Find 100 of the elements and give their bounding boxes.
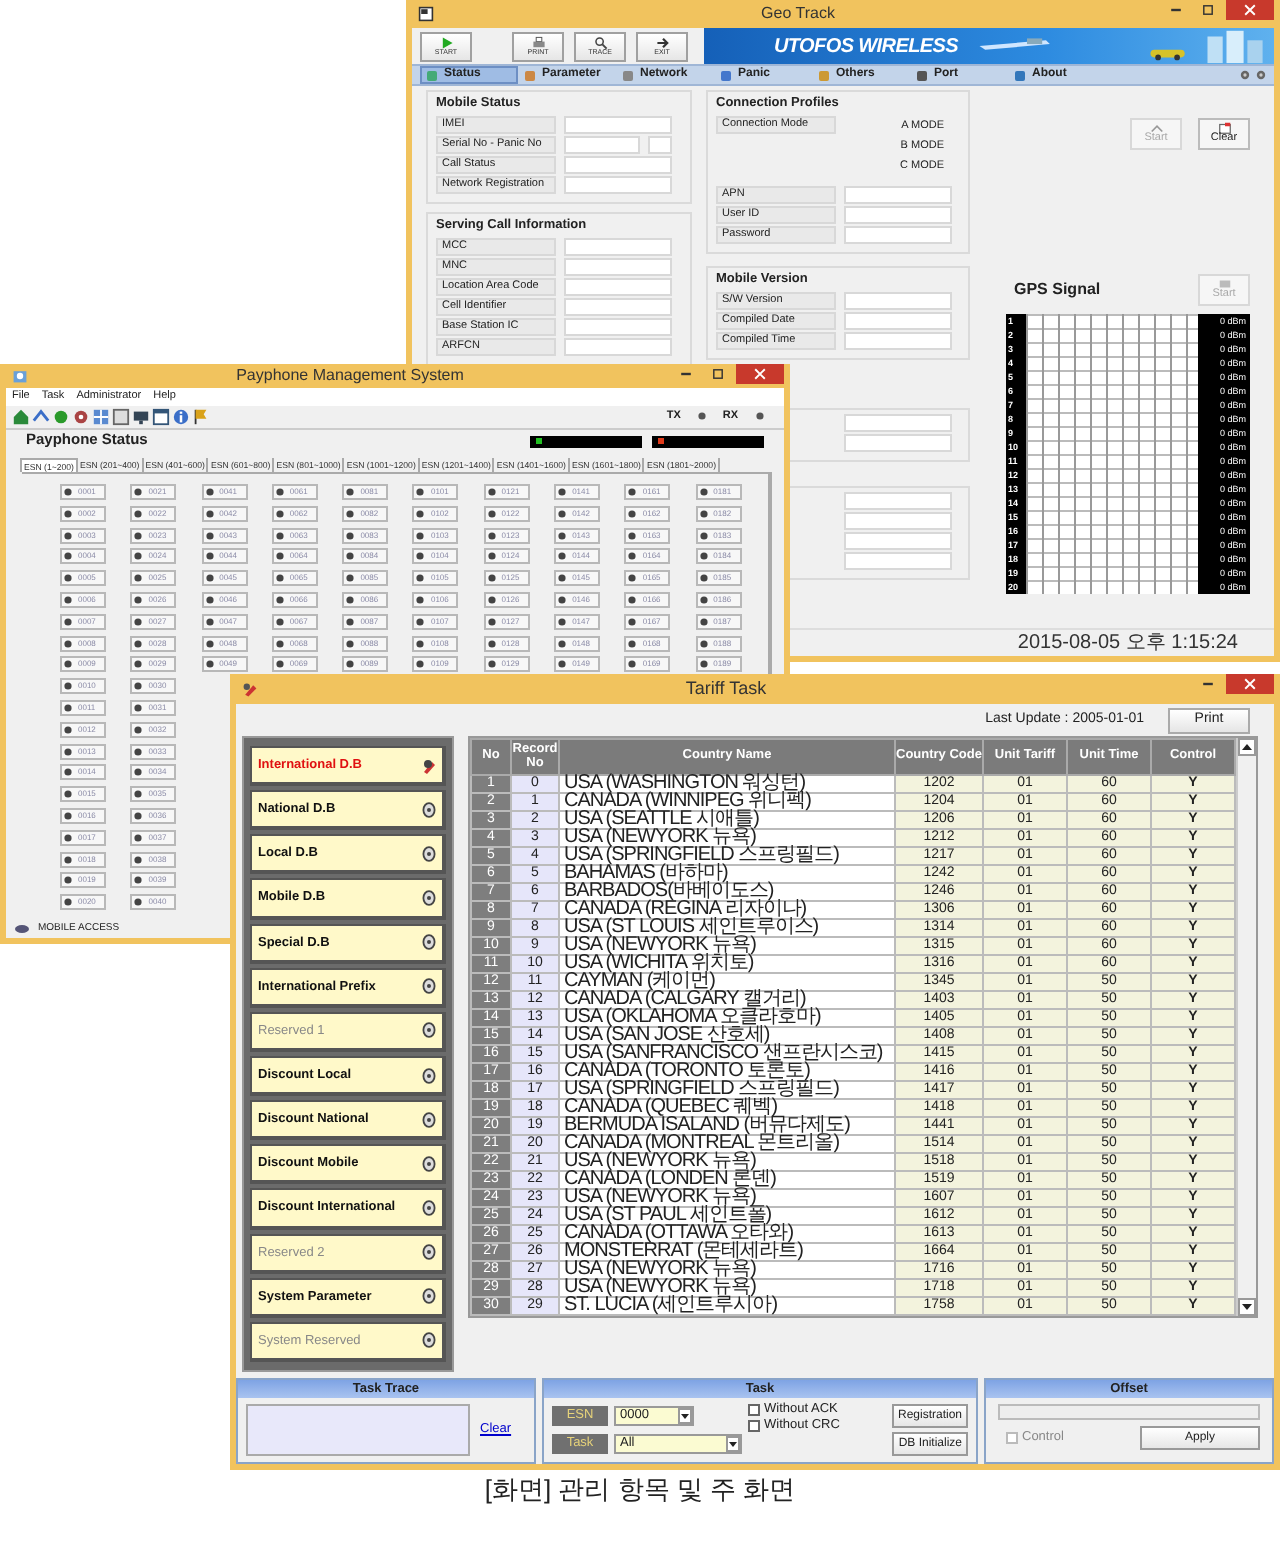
flag-icon[interactable] [192,408,210,426]
dot-icon[interactable] [52,408,70,426]
text-field[interactable] [844,552,952,571]
caret-icon [726,1436,740,1452]
phone-icon [416,552,425,561]
phone-icon [416,660,425,669]
window-title: Payphone Management System [234,367,466,385]
phone-icon [628,639,637,648]
grid-icon[interactable] [92,408,110,426]
document-icon [1217,278,1231,291]
phone-icon [134,768,143,777]
text-field[interactable] [564,338,672,357]
app-icon [12,368,28,384]
knob-icon [422,1288,436,1305]
phone-icon [487,509,496,518]
phone-icon [416,509,425,518]
phone-icon [64,876,72,885]
phone-icon [64,682,72,691]
banner-title: UTOFOS WIRELESS [774,35,958,57]
phone-icon [134,855,143,864]
text-field[interactable] [844,532,952,551]
offset-field[interactable] [998,1404,1260,1420]
text-field[interactable] [564,156,672,175]
table-cell: ST. LUCIA (세인트루시아) [559,1297,895,1315]
phone-icon [628,531,637,540]
phone-icon [416,639,425,648]
text-field[interactable] [564,298,672,317]
phone-icon [416,531,425,540]
table-cell: CANADA (LONDEN 론덴) [559,1171,895,1189]
text-field[interactable] [844,512,952,531]
phone-icon [487,639,496,648]
text-field[interactable] [564,176,672,195]
text-field[interactable] [844,434,952,453]
knob-icon [422,1022,436,1039]
close-button[interactable] [1226,674,1274,694]
phone-icon [487,595,496,604]
table-cell: USA (NEWYORK 뉴욕) [559,1279,895,1297]
knob-icon [422,1111,436,1128]
phone-icon [134,660,143,669]
phone-icon [64,703,72,712]
phone-icon [205,617,214,626]
table-cell: USA (SPRINGFIELD 스프링필드) [559,1081,895,1099]
text-field[interactable] [648,136,672,155]
tab-icon [818,69,830,81]
knob-icon [422,1332,436,1349]
text-field[interactable] [564,238,672,257]
knob-icon [422,845,436,862]
close-button[interactable] [736,364,784,384]
phone-icon [558,509,567,518]
monitor-icon[interactable] [132,408,150,426]
close-button[interactable] [1226,0,1274,20]
text-field[interactable] [564,278,672,297]
text-field[interactable] [844,312,952,331]
phone-icon [346,639,355,648]
table-cell: CANADA (CALGARY 캘거리) [559,991,895,1009]
scroll-down-icon[interactable] [1238,1298,1256,1316]
gear-icon[interactable] [72,408,90,426]
figure-caption: [화면] 관리 항목 및 주 화면 [482,1476,798,1505]
section-title: GPS Signal [1014,281,1101,299]
table-cell: USA (OKLAHOMA 오클라호마) [559,1009,895,1027]
window-icon[interactable] [152,408,170,426]
square-icon[interactable] [112,408,130,426]
phone-icon [275,574,284,583]
text-field[interactable] [844,186,952,205]
phone-icon [628,595,637,604]
text-field[interactable] [844,292,952,311]
scrollbar[interactable] [1236,738,1256,1316]
trace-log[interactable] [246,1404,470,1456]
phone-icon [699,660,708,669]
phone-icon [134,617,143,626]
phone-icon [275,660,284,669]
table-cell: USA (NEWYORK 뉴욕) [559,937,895,955]
phone-icon [558,574,567,583]
table-cell: CANADA (WINNIPEG 위니펙) [559,793,895,811]
maximize-icon [712,368,724,380]
text-field[interactable] [844,332,952,351]
knob-icon [422,801,436,818]
phone-icon [346,531,355,540]
table-cell: CANADA (TORONTO 토론토) [559,1063,895,1081]
text-field[interactable] [564,116,672,135]
text-field[interactable] [844,226,952,245]
phone-icon [699,509,708,518]
phone-icon [346,574,355,583]
text-field[interactable] [564,136,640,155]
phone-icon [346,595,355,604]
phone-icon [64,660,72,669]
text-field[interactable] [564,258,672,277]
text-field[interactable] [844,206,952,225]
table-cell: USA (NEWYORK 뉴욕) [559,1189,895,1207]
text-field[interactable] [844,492,952,511]
phone-icon [275,509,284,518]
phone-icon [64,595,72,604]
phone-icon [487,488,496,496]
info-icon[interactable] [172,408,190,426]
dot-icon [698,412,707,421]
text-field[interactable] [844,414,952,433]
phone-icon [699,639,708,648]
text-field[interactable] [564,318,672,337]
scroll-up-icon[interactable] [1238,738,1256,756]
close-icon [754,368,766,380]
